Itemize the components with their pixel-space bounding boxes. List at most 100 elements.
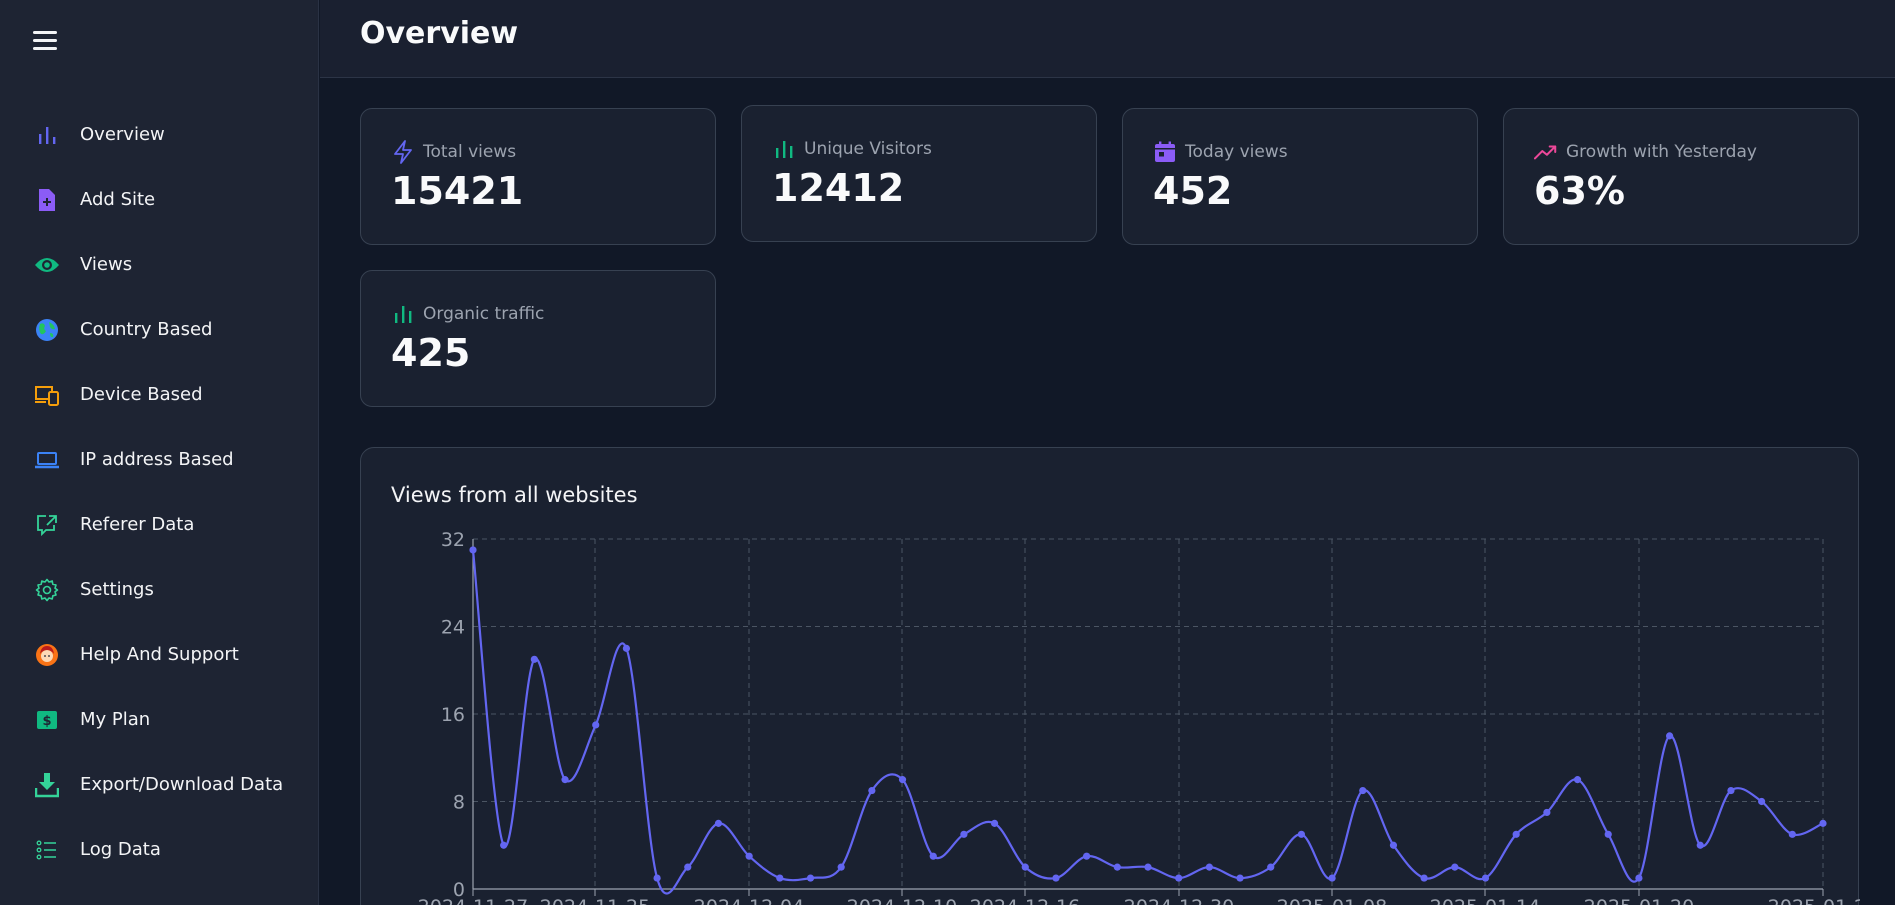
sidebar-item-views[interactable]: Views — [0, 232, 319, 297]
external-link-icon — [34, 512, 60, 538]
data-point — [1052, 874, 1060, 882]
views-line-chart: 081624322024-11-272024-11-252024-12-0420… — [418, 529, 1860, 905]
data-point — [868, 786, 876, 795]
data-point — [1727, 786, 1735, 795]
eye-icon — [34, 252, 60, 278]
sidebar-item-device-based[interactable]: Device Based — [0, 362, 319, 427]
data-point — [684, 863, 692, 871]
data-point — [1236, 874, 1244, 882]
data-point — [1175, 874, 1183, 882]
sidebar-item-add-site[interactable]: Add Site — [0, 167, 319, 232]
sidebar-item-label: IP address Based — [80, 449, 234, 470]
sidebar-item-label: Help And Support — [80, 644, 239, 665]
stat-value: 12412 — [772, 166, 905, 210]
bar-chart-icon — [772, 137, 796, 161]
bolt-icon — [391, 140, 415, 164]
sidebar-item-label: My Plan — [80, 709, 151, 730]
page-title: Overview — [360, 16, 519, 51]
download-icon — [34, 772, 60, 798]
sidebar-item-export-download-data[interactable]: Export/Download Data — [0, 752, 319, 817]
trending-up-icon — [1534, 140, 1558, 164]
y-tick-label: 8 — [453, 792, 465, 814]
support-person-icon — [34, 642, 60, 668]
hamburger-menu-icon[interactable] — [33, 31, 57, 53]
data-point — [1205, 863, 1213, 871]
data-point — [1420, 874, 1428, 882]
x-tick-label: 2024-11-25 — [540, 896, 650, 905]
data-point — [1267, 863, 1275, 871]
x-tick-label: 2025-01-08 — [1277, 896, 1387, 905]
data-point — [1604, 830, 1612, 838]
stat-value: 452 — [1153, 169, 1233, 213]
bar-chart-icon — [391, 302, 415, 326]
data-point — [1359, 786, 1367, 795]
x-tick-label: 2024-12-16 — [970, 896, 1080, 905]
sidebar-item-label: Add Site — [80, 189, 156, 210]
sidebar-item-label: Views — [80, 254, 133, 275]
data-point — [1328, 874, 1336, 882]
data-point — [1144, 863, 1152, 871]
sidebar-item-label: Overview — [80, 124, 165, 145]
sidebar-item-label: Export/Download Data — [80, 774, 284, 795]
data-point — [1758, 797, 1766, 806]
sidebar-item-help-and-support[interactable]: Help And Support — [0, 622, 319, 687]
y-tick-label: 16 — [441, 704, 465, 726]
x-tick-label: 2024-12-04 — [694, 896, 804, 905]
data-point — [1021, 863, 1029, 871]
data-point — [990, 819, 999, 827]
data-point — [469, 546, 477, 554]
data-point — [1696, 841, 1704, 849]
sidebar-item-label: Country Based — [80, 319, 213, 340]
sidebar-item-label: Log Data — [80, 839, 161, 860]
sidebar-item-log-data[interactable]: Log Data — [0, 817, 319, 882]
bar-chart-icon — [34, 122, 60, 148]
series-line — [471, 549, 1824, 895]
file-plus-icon — [34, 187, 60, 213]
sidebar-item-label: Device Based — [80, 384, 203, 405]
data-point — [1297, 830, 1306, 838]
sidebar-item-country-based[interactable]: Country Based — [0, 297, 319, 362]
sidebar-item-label: Settings — [80, 579, 154, 600]
data-point — [500, 841, 508, 849]
sidebar: Overview Add Site Views Country Based De… — [0, 0, 319, 905]
y-tick-label: 32 — [441, 529, 465, 551]
devices-icon — [34, 382, 60, 408]
data-point — [806, 874, 815, 882]
data-point — [622, 644, 631, 652]
data-point — [1083, 852, 1091, 860]
stat-card-unique-visitors: Unique Visitors 12412 — [741, 105, 1097, 242]
stat-label: Organic traffic — [423, 304, 545, 324]
list-icon — [34, 837, 60, 863]
x-tick-label: 2024-11-27 — [418, 896, 528, 905]
stat-value: 63% — [1534, 169, 1625, 213]
stat-label: Total views — [423, 142, 517, 162]
dollar-icon: $ — [34, 707, 60, 733]
sidebar-item-my-plan[interactable]: $ My Plan — [0, 687, 319, 752]
sidebar-item-referer-data[interactable]: Referer Data — [0, 492, 319, 557]
sidebar-nav: Overview Add Site Views Country Based De… — [0, 102, 319, 882]
data-point — [1665, 732, 1674, 740]
stat-value: 15421 — [391, 169, 524, 213]
data-point — [530, 655, 538, 663]
data-point — [1113, 863, 1121, 871]
data-point — [960, 830, 968, 838]
data-point — [1573, 776, 1582, 784]
sidebar-item-ip-address-based[interactable]: IP address Based — [0, 427, 319, 492]
stat-card-growth-with-yesterday: Growth with Yesterday 63% — [1503, 108, 1859, 245]
data-point — [929, 852, 937, 860]
globe-icon — [34, 317, 60, 343]
x-tick-label: 2024-12-10 — [847, 896, 957, 905]
data-point — [1788, 830, 1796, 838]
sidebar-item-label: Referer Data — [80, 514, 195, 535]
data-point — [561, 776, 569, 784]
views-chart-card: Views from all websites 081624322024-11-… — [360, 447, 1860, 905]
sidebar-item-overview[interactable]: Overview — [0, 102, 319, 167]
sidebar-item-settings[interactable]: Settings — [0, 557, 319, 622]
data-point — [1481, 874, 1490, 882]
x-tick-label: 2025-01-20 — [1584, 896, 1694, 905]
svg-text:$: $ — [42, 714, 51, 729]
data-point — [1819, 819, 1827, 827]
data-point — [1389, 841, 1398, 849]
y-tick-label: 24 — [441, 617, 465, 639]
gear-icon — [34, 577, 60, 603]
